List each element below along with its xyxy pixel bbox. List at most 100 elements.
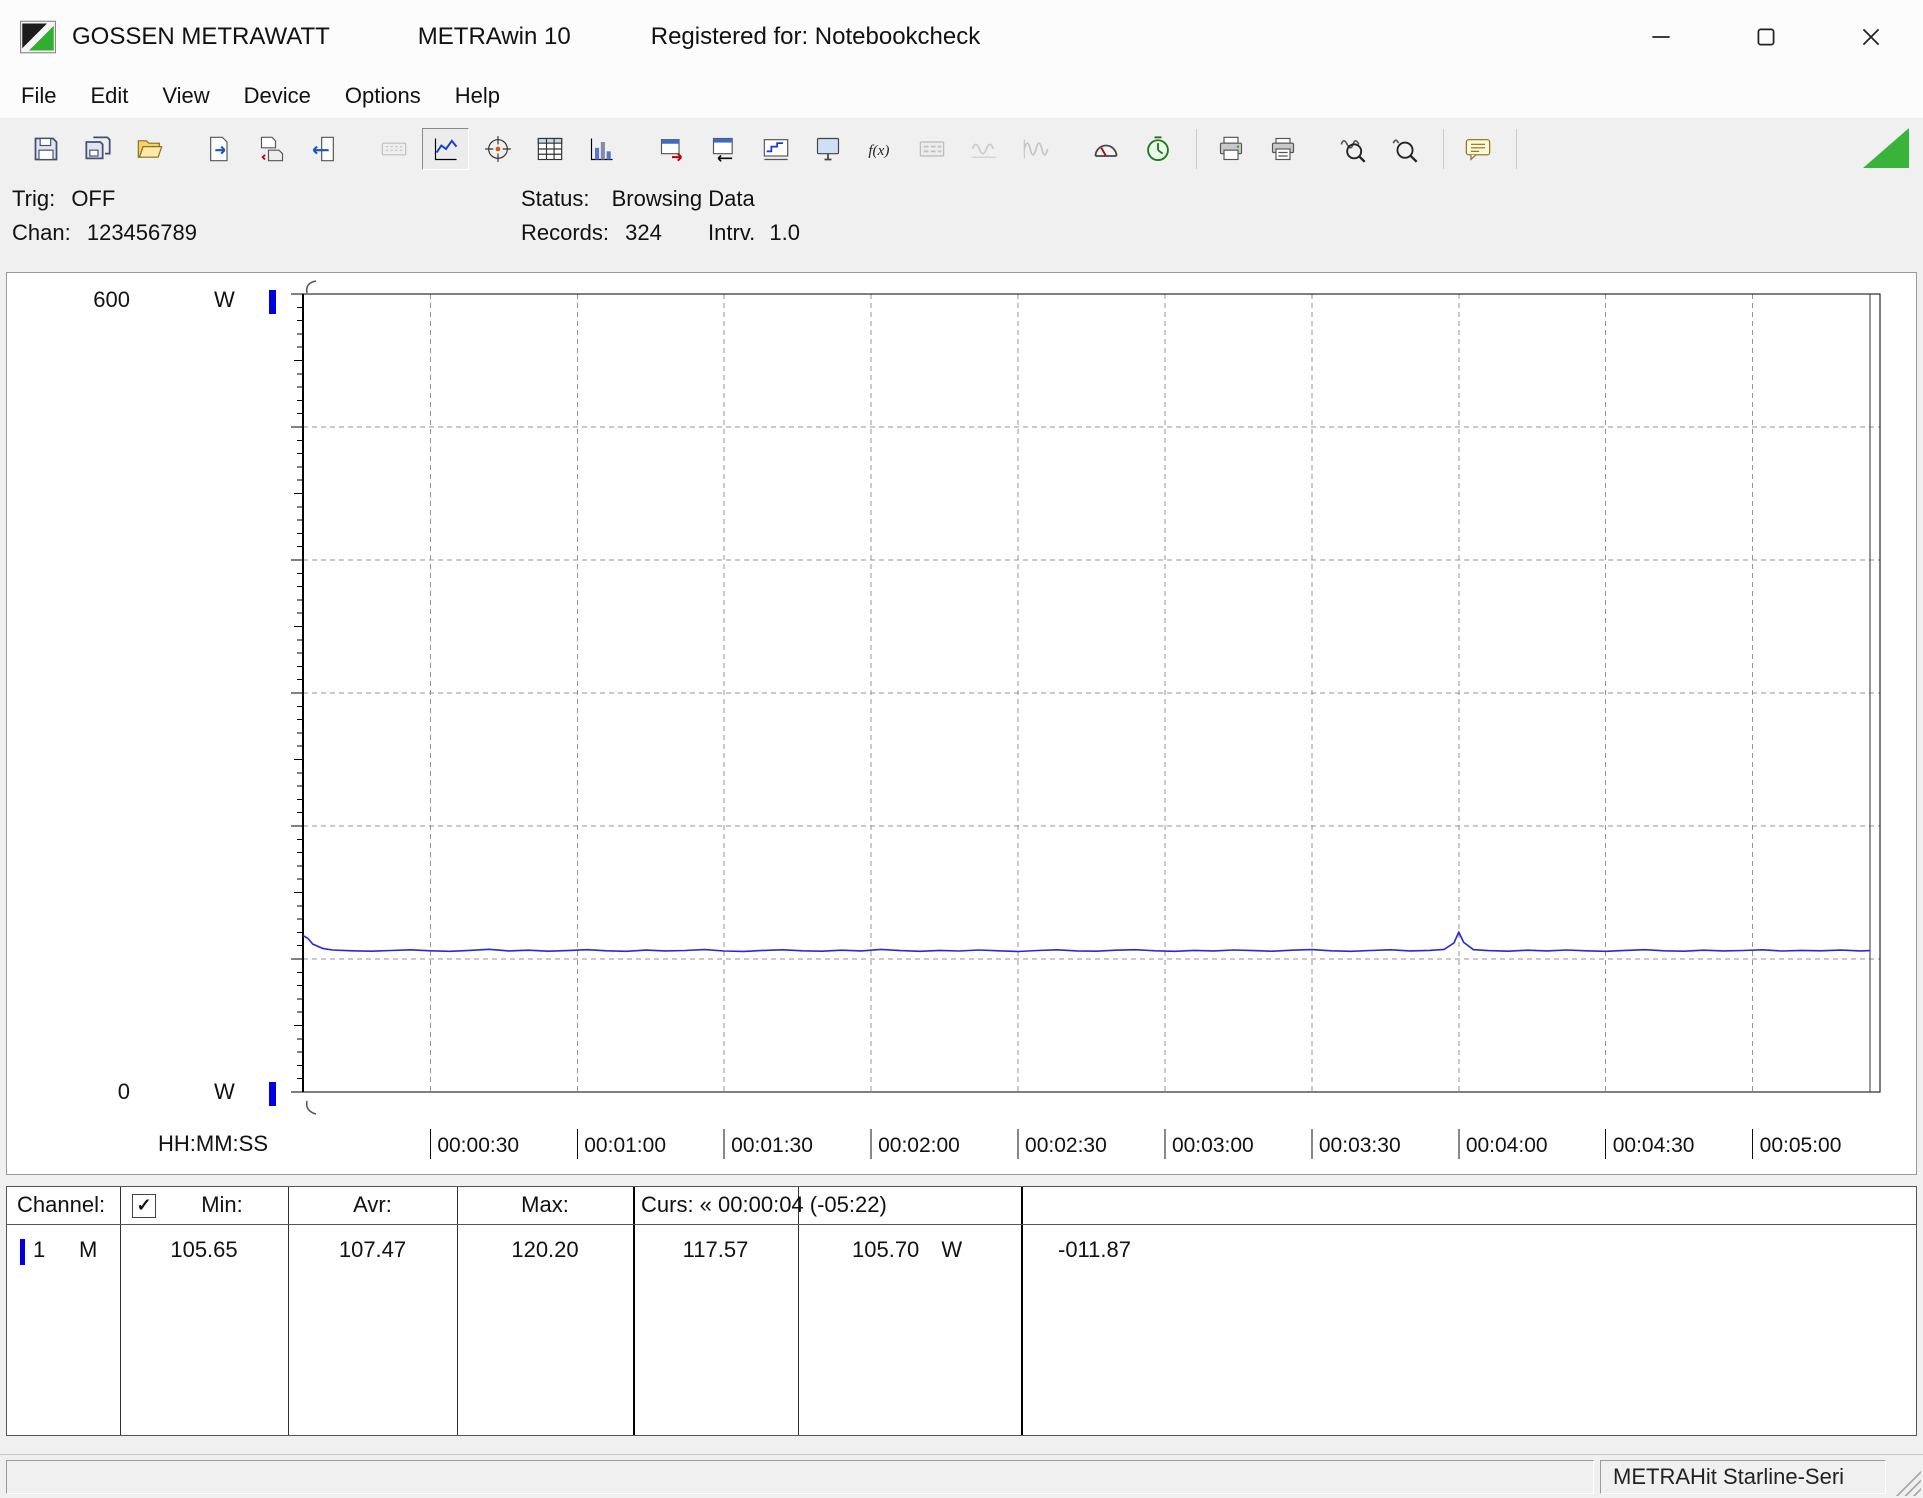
maximize-icon xyxy=(1753,24,1779,50)
menu-bar: FileEditViewDeviceOptionsHelp xyxy=(0,74,1923,118)
meter-display-button xyxy=(908,128,955,170)
wave-large-icon xyxy=(1021,135,1051,163)
table-header-divider xyxy=(7,1224,1916,1225)
menu-view[interactable]: View xyxy=(145,74,226,118)
formula-button[interactable] xyxy=(856,128,903,170)
floppy-icon xyxy=(31,135,61,163)
cursor-tool-button[interactable] xyxy=(474,128,521,170)
power-trace xyxy=(303,932,1870,951)
export-window-button[interactable] xyxy=(648,128,695,170)
value-max: 120.20 xyxy=(457,1237,633,1263)
x-tick-label: 00:01:00 xyxy=(584,1134,666,1157)
printer-setup-icon xyxy=(1268,135,1298,163)
value-min: 105.65 xyxy=(120,1237,288,1263)
page-export-icon xyxy=(205,135,235,163)
device-settings-button[interactable] xyxy=(700,128,747,170)
value-cursor-b: 105.70 W xyxy=(852,1237,962,1263)
menu-options[interactable]: Options xyxy=(328,74,438,118)
window-controls xyxy=(1608,0,1923,74)
scope-small-button xyxy=(960,128,1007,170)
cursor-b-number: 105.70 xyxy=(852,1237,919,1262)
plot-area[interactable]: 00:00:3000:01:0000:01:3000:02:0000:02:30… xyxy=(7,273,1916,1174)
records-value: 324 xyxy=(625,220,662,245)
zoom-select-button[interactable] xyxy=(1381,128,1428,170)
trig-value: OFF xyxy=(71,186,115,211)
window-export-icon xyxy=(657,135,687,163)
menu-device[interactable]: Device xyxy=(227,74,328,118)
chart-panel: 00:00:3000:01:0000:01:3000:02:0000:02:30… xyxy=(6,272,1917,1175)
print-preview-button[interactable] xyxy=(1259,128,1306,170)
menu-file[interactable]: File xyxy=(4,74,73,118)
statusbar-device: METRAHit Starline-Seri xyxy=(1600,1460,1886,1494)
comment-button[interactable] xyxy=(1454,128,1501,170)
save-data-button[interactable] xyxy=(74,128,121,170)
chan-value: 123456789 xyxy=(87,220,197,245)
y-axis-unit-top: W xyxy=(214,287,235,313)
toolbar-separator xyxy=(1516,129,1517,169)
x-tick-label: 00:05:00 xyxy=(1760,1134,1842,1157)
export-report-button[interactable] xyxy=(196,128,243,170)
folder-open-icon xyxy=(135,135,165,163)
numeric-display-button xyxy=(370,128,417,170)
gauge-clock-icon xyxy=(1091,135,1121,163)
x-tick-label: 00:03:30 xyxy=(1319,1134,1401,1157)
menu-help[interactable]: Help xyxy=(438,74,517,118)
y-axis-min-label: 0 xyxy=(30,1079,130,1105)
import-file-button[interactable] xyxy=(300,128,347,170)
x-axis-caption: HH:MM:SS xyxy=(158,1131,268,1157)
gauge-clock-button[interactable] xyxy=(1082,128,1129,170)
value-cursor-a: 117.57 xyxy=(633,1237,798,1263)
toolbar xyxy=(0,118,1923,180)
online-display-button[interactable] xyxy=(804,128,851,170)
cursor-b-unit: W xyxy=(941,1237,962,1262)
floppy-multi-icon xyxy=(83,135,113,163)
table-grid-icon xyxy=(535,135,565,163)
line-chart-view-button[interactable] xyxy=(422,128,469,170)
close-icon xyxy=(1858,24,1884,50)
print-button[interactable] xyxy=(1207,128,1254,170)
x-tick-label: 00:03:00 xyxy=(1172,1134,1254,1157)
col-header-channel: Channel: xyxy=(17,1192,105,1218)
open-button[interactable] xyxy=(126,128,173,170)
monitor-icon xyxy=(813,135,843,163)
y-axis-unit-bottom: W xyxy=(214,1079,235,1105)
minimize-button[interactable] xyxy=(1608,0,1713,74)
status-bar: METRAHit Starline-Seri xyxy=(0,1454,1923,1498)
crosshair-icon xyxy=(483,135,513,163)
scope-large-button xyxy=(1012,128,1059,170)
printer-icon xyxy=(1216,135,1246,163)
interval-label: Intrv. xyxy=(708,220,755,245)
col-header-cursor: Curs: « 00:00:04 (-05:22) xyxy=(641,1192,887,1218)
meter-display-icon xyxy=(917,135,947,163)
device-status-indicator-icon xyxy=(1863,128,1909,168)
timer-record-button[interactable] xyxy=(1134,128,1181,170)
maximize-button[interactable] xyxy=(1713,0,1818,74)
bar-graph-view-button[interactable] xyxy=(578,128,625,170)
chart-time-icon xyxy=(761,135,791,163)
close-button[interactable] xyxy=(1818,0,1923,74)
interval-value: 1.0 xyxy=(769,220,800,245)
x-tick-label: 00:04:30 xyxy=(1613,1134,1695,1157)
minimize-icon xyxy=(1648,24,1674,50)
col-header-max: Max: xyxy=(457,1192,633,1218)
toolbar-separator xyxy=(1196,129,1197,169)
table-view-button[interactable] xyxy=(526,128,573,170)
time-plot-button[interactable] xyxy=(752,128,799,170)
fx-icon xyxy=(865,135,895,163)
channel-visibility-checkbox[interactable] xyxy=(132,1194,156,1218)
value-avr: 107.47 xyxy=(288,1237,457,1263)
menu-edit[interactable]: Edit xyxy=(73,74,145,118)
zoom-mode-button[interactable] xyxy=(1329,128,1376,170)
note-icon xyxy=(1463,135,1493,163)
zoom-window-icon xyxy=(1338,135,1368,163)
records-label: Records: xyxy=(521,220,609,246)
save-button[interactable] xyxy=(22,128,69,170)
wave-small-icon xyxy=(969,135,999,163)
convert-file-button[interactable] xyxy=(248,128,295,170)
statusbar-message xyxy=(6,1460,1594,1494)
channel-color-marker xyxy=(20,1239,25,1265)
x-tick-label: 00:04:00 xyxy=(1466,1134,1548,1157)
window-resize-grip[interactable] xyxy=(1891,1466,1921,1496)
col-header-avr: Avr: xyxy=(288,1192,457,1218)
title-app-name: METRAwin 10 xyxy=(418,23,571,51)
